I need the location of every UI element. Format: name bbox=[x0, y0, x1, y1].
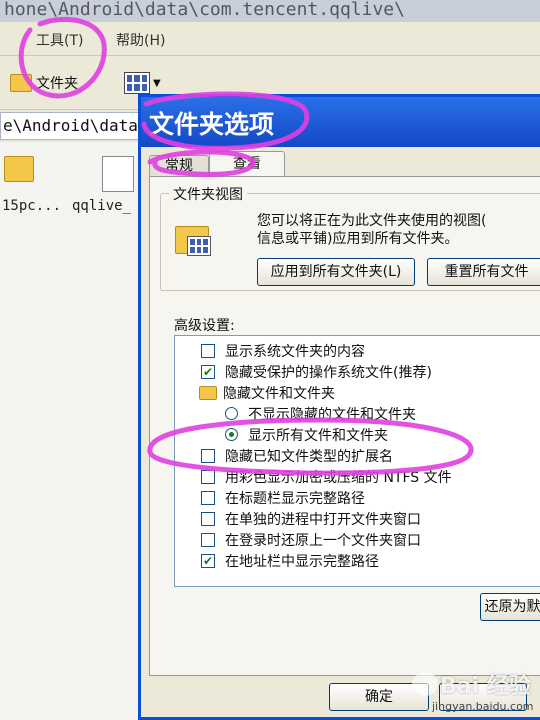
tab-view[interactable]: 查看 bbox=[209, 151, 285, 177]
address-bar[interactable]: e\Android\data bbox=[0, 112, 140, 140]
views-icon bbox=[124, 72, 150, 94]
checkbox[interactable] bbox=[201, 469, 215, 484]
setting-hide-known-extensions[interactable]: 隐藏已知文件类型的扩展名 bbox=[201, 445, 393, 466]
apply-to-all-folders-button[interactable]: 应用到所有文件夹(L) bbox=[257, 258, 415, 286]
folder-views-description: 您可以将正在为此文件夹使用的视图( 信息或平铺)应用到所有文件夹。 bbox=[257, 213, 487, 247]
checkbox[interactable] bbox=[201, 448, 215, 463]
folder-views-group: 文件夹视图 您可以将正在为此文件夹使用的视图( 信息或平铺)应用到所有文件夹。 … bbox=[160, 184, 540, 291]
setting-color-ntfs-files[interactable]: 用彩色显示加密或压缩的 NTFS 文件 bbox=[201, 466, 452, 487]
checkbox[interactable] bbox=[201, 511, 215, 526]
folder-options-dialog: 文件夹选项 常规 查看 文件夹视图 您可以将正在为此文件夹使用的视图( 信息或平… bbox=[138, 94, 540, 720]
baidu-jingyan-watermark: Bai 经验 jingyan.baidu.com bbox=[412, 668, 540, 720]
folder-views-icon bbox=[175, 220, 213, 258]
setting-show-all-files[interactable]: 显示所有文件和文件夹 bbox=[225, 424, 388, 445]
setting-restore-previous-windows[interactable]: 在登录时还原上一个文件夹窗口 bbox=[201, 529, 421, 550]
file-list: 15pc... qqlive_ bbox=[0, 142, 140, 720]
chevron-down-icon: ▼ bbox=[153, 77, 161, 89]
baidu-paw-icon bbox=[412, 672, 438, 696]
folder-icon bbox=[10, 74, 32, 92]
restore-defaults-button[interactable]: 还原为默 bbox=[480, 593, 540, 621]
file-icon[interactable] bbox=[102, 156, 134, 192]
view-tab-panel: 文件夹视图 您可以将正在为此文件夹使用的视图( 信息或平铺)应用到所有文件夹。 … bbox=[149, 176, 540, 676]
setting-separate-process[interactable]: 在单独的进程中打开文件夹窗口 bbox=[201, 508, 421, 529]
setting-full-path-address[interactable]: ✔ 在地址栏中显示完整路径 bbox=[201, 550, 379, 571]
folder-icon bbox=[199, 385, 217, 400]
menu-help[interactable]: 帮助(H) bbox=[116, 30, 165, 50]
reset-all-folders-button[interactable]: 重置所有文件 bbox=[427, 258, 540, 286]
setting-hidden-files-group: 隐藏文件和文件夹 bbox=[199, 382, 335, 403]
advanced-settings-list: 显示系统文件夹的内容 ✔ 隐藏受保护的操作系统文件(推荐) 隐藏文件和文件夹 不… bbox=[174, 335, 540, 587]
checkbox-checked[interactable]: ✔ bbox=[201, 553, 215, 568]
checkbox[interactable] bbox=[201, 490, 215, 505]
explorer-title-path: hone\Android\data\com.tencent.qqlive\ bbox=[0, 0, 540, 22]
tab-general[interactable]: 常规 bbox=[149, 155, 209, 177]
file-label[interactable]: qqlive_ bbox=[72, 198, 131, 214]
radio-selected[interactable] bbox=[225, 428, 238, 441]
advanced-settings-label: 高级设置: bbox=[174, 318, 235, 334]
menu-tools[interactable]: 工具(T) bbox=[36, 30, 83, 50]
radio[interactable] bbox=[225, 407, 238, 420]
folders-button-label: 文件夹 bbox=[36, 76, 78, 92]
folders-button[interactable]: 文件夹 bbox=[10, 68, 110, 98]
setting-hide-protected-os-files[interactable]: ✔ 隐藏受保护的操作系统文件(推荐) bbox=[201, 361, 432, 382]
dialog-title: 文件夹选项 bbox=[141, 97, 540, 147]
setting-do-not-show-hidden[interactable]: 不显示隐藏的文件和文件夹 bbox=[225, 403, 416, 424]
setting-full-path-title[interactable]: 在标题栏显示完整路径 bbox=[201, 487, 365, 508]
watermark-site: jingyan.baidu.com bbox=[432, 700, 534, 713]
checkbox-checked[interactable]: ✔ bbox=[201, 364, 215, 379]
file-label[interactable]: 15pc... bbox=[2, 198, 61, 214]
checkbox[interactable] bbox=[201, 343, 215, 358]
folder-icon[interactable] bbox=[4, 156, 34, 182]
explorer-menubar: 工具(T) 帮助(H) bbox=[0, 22, 540, 56]
folder-views-label: 文件夹视图 bbox=[169, 184, 247, 204]
setting-show-system-folders[interactable]: 显示系统文件夹的内容 bbox=[201, 340, 365, 361]
watermark-brand: Bai 经验 bbox=[440, 674, 531, 699]
checkbox[interactable] bbox=[201, 532, 215, 547]
